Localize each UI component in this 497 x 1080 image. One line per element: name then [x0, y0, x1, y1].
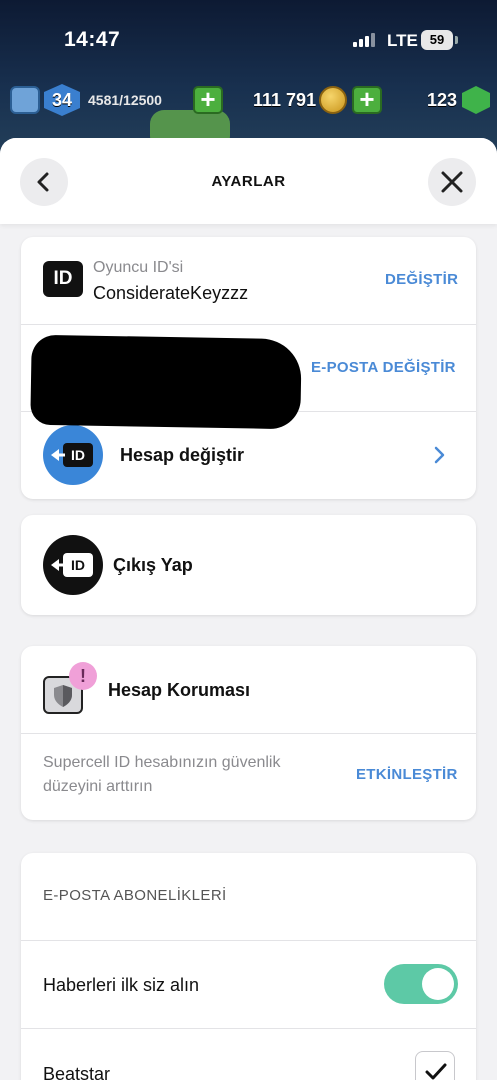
- subscription-item: Beatstar: [21, 1029, 476, 1080]
- subscription-label: Beatstar: [43, 1064, 111, 1080]
- change-id-link[interactable]: DEĞİŞTİR: [385, 271, 458, 288]
- checkmark-icon: [425, 1063, 447, 1080]
- gem-icon: [462, 86, 490, 114]
- protection-description-row: Supercell ID hesabınızın güvenlik düzeyi…: [21, 734, 476, 820]
- subscription-item: Haberleri ilk siz alın: [21, 941, 476, 1028]
- toggle-knob: [422, 968, 454, 1000]
- subscriptions-card: E-POSTA ABONELİKLERİ Haberleri ilk siz a…: [21, 853, 476, 1080]
- signal-icon: [353, 33, 379, 47]
- protection-title: Hesap Koruması: [108, 680, 251, 700]
- exit-arrow-icon: [51, 559, 65, 571]
- settings-sheet: AYARLAR ID Oyuncu ID'si ConsiderateKeyzz…: [0, 138, 497, 1080]
- battery-icon: 59: [421, 30, 453, 50]
- xp-progress: 4581/12500: [88, 92, 162, 108]
- page-title: AYARLAR: [211, 173, 286, 190]
- game-hud: 34 4581/12500 + 111 791 + 123: [0, 84, 497, 120]
- protection-description-line1: Supercell ID hesabınızın güvenlik: [43, 754, 281, 771]
- player-id-label: Oyuncu ID'si: [93, 259, 184, 276]
- alert-badge: !: [69, 662, 97, 690]
- logout-card[interactable]: ID Çıkış Yap: [21, 515, 476, 615]
- network-type: LTE: [387, 31, 418, 50]
- add-gold-button[interactable]: +: [352, 86, 382, 114]
- level-badge: 34: [44, 84, 80, 116]
- logout-label: Çıkış Yap: [113, 555, 193, 575]
- gem-amount: 123: [427, 90, 458, 110]
- subscriptions-title: E-POSTA ABONELİKLERİ: [43, 887, 227, 904]
- crown-icon: [10, 86, 40, 114]
- swap-arrow-icon: [51, 449, 65, 461]
- protection-row: ! Hesap Koruması: [21, 646, 476, 733]
- protection-card: ! Hesap Koruması Supercell ID hesabınızı…: [21, 646, 476, 820]
- add-xp-button[interactable]: +: [193, 86, 223, 114]
- subscription-label: Haberleri ilk siz alın: [43, 975, 200, 995]
- close-icon: [441, 171, 463, 193]
- protection-description-line2: düzeyini arttırın: [43, 778, 153, 795]
- change-email-link[interactable]: E-POSTA DEĞİŞTİR: [311, 359, 456, 376]
- switch-account-icon: ID: [43, 425, 103, 485]
- battery-cap: [455, 36, 458, 44]
- gold-coin-icon: [319, 86, 347, 114]
- close-button[interactable]: [428, 158, 476, 206]
- enable-protection-link[interactable]: ETKİNLEŞTİR: [356, 766, 458, 783]
- news-toggle[interactable]: [384, 964, 458, 1004]
- id-icon: ID: [43, 261, 83, 297]
- chevron-right-icon: [434, 446, 445, 464]
- switch-account-label: Hesap değiştir: [120, 445, 245, 465]
- account-card: ID Oyuncu ID'si ConsiderateKeyzzz DEĞİŞT…: [21, 237, 476, 499]
- status-bar: 14:47 LTE 59: [0, 0, 497, 80]
- subscriptions-header-row: E-POSTA ABONELİKLERİ: [21, 853, 476, 940]
- logout-icon: ID: [43, 535, 103, 595]
- player-id-row: ID Oyuncu ID'si ConsiderateKeyzzz DEĞİŞT…: [21, 237, 476, 324]
- settings-header: AYARLAR: [0, 138, 497, 224]
- redacted-email: [30, 334, 302, 430]
- status-time: 14:47: [64, 28, 121, 51]
- beatstar-checkbox[interactable]: [415, 1051, 455, 1080]
- player-id-value: ConsiderateKeyzzz: [93, 283, 249, 303]
- gold-amount: 111 791: [253, 90, 317, 110]
